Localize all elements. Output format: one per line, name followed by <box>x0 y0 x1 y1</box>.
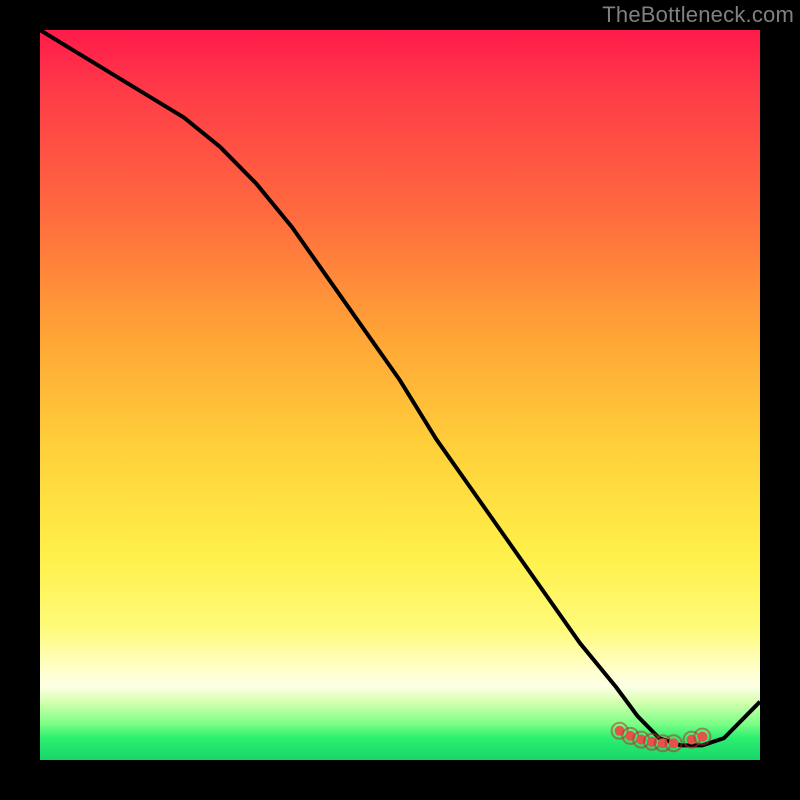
marker-layer <box>40 30 760 760</box>
plot <box>40 30 760 760</box>
sweet-spot-markers <box>612 723 711 751</box>
sweet-spot-marker-dot <box>669 738 679 748</box>
chart-frame: TheBottleneck.com <box>0 0 800 800</box>
attribution-text: TheBottleneck.com <box>602 2 794 28</box>
sweet-spot-marker-dot <box>697 732 707 742</box>
plot-area <box>40 30 760 760</box>
